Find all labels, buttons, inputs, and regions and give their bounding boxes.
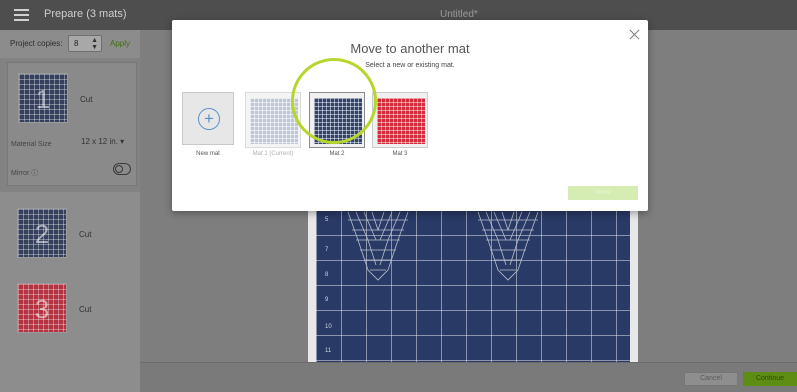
mat-action-label: Cut [79,305,92,314]
mat-card-1[interactable]: 1 Cut Material Size 12 x 12 in. ▾ Mirror… [7,62,137,186]
mat-thumbnail[interactable]: 1 [18,73,68,123]
material-size-value: 12 x 12 in. [81,137,118,146]
project-copies-value: 8 [74,39,79,48]
ruler-mark: 9 [325,297,329,303]
basketball-net-design-left[interactable] [346,210,410,282]
dialog-subtitle: Select a new or existing mat. [365,62,455,69]
mat-action-label: Cut [80,95,93,104]
dialog-title: Move to another mat [350,41,470,56]
ruler-mark: 8 [325,272,329,278]
page-title: Prepare (3 mats) [44,8,127,20]
move-button[interactable]: Move [568,186,638,200]
toggle-knob-icon [115,164,123,173]
apply-button[interactable]: Apply [110,39,130,48]
close-icon[interactable] [628,28,642,42]
mat-tile[interactable] [372,92,428,148]
mat-thumbnail[interactable]: 2 [17,208,67,258]
ruler-mark: 11 [325,348,332,354]
new-mat-tile[interactable]: + [182,92,234,145]
mat-number: 1 [35,84,51,114]
bottom-action-bar: Cancel Continue [140,362,797,392]
mat-number: 2 [34,219,50,249]
mat-preview: 5 7 8 9 10 11 [308,210,638,362]
project-copies-stepper[interactable]: 8 ▲ ▼ [68,35,102,52]
mat-thumbnail[interactable]: 3 [17,283,67,333]
option-label: New mat [196,151,220,157]
material-size-select[interactable]: 12 x 12 in. ▾ [81,137,124,146]
option-label: Mat 2 [329,151,345,157]
ruler-mark: 5 [325,217,329,223]
mat-card-2[interactable]: 2 Cut [7,200,137,278]
chevron-down-icon: ▾ [120,137,125,146]
hamburger-menu-icon[interactable] [14,9,29,21]
ruler-mark: 10 [325,324,332,330]
mat-preview-grid: 5 7 8 9 10 11 [316,210,630,362]
mirror-label: Mirror ⓘ [11,170,39,177]
ruler-mark: 7 [325,247,329,253]
cancel-button[interactable]: Cancel [684,372,738,386]
mat-number: 3 [34,294,50,324]
plus-icon: + [198,108,220,130]
option-label: Mat 3 [392,151,408,157]
stepper-arrows-icon[interactable]: ▲ ▼ [91,37,98,51]
mirror-toggle[interactable] [113,163,131,175]
continue-button[interactable]: Continue [743,372,797,386]
document-title: Untitled* [440,9,478,20]
material-size-label: Material Size [11,141,52,148]
selection-highlight-ring [291,58,377,144]
project-copies-label: Project copies: [10,39,63,48]
move-to-mat-dialog: Move to another mat Select a new or exis… [172,20,648,211]
mats-sidebar: Project copies: 8 ▲ ▼ Apply 1 Cut Materia… [0,30,140,392]
project-copies-row: Project copies: 8 ▲ ▼ Apply [0,30,140,58]
app-window: Prepare (3 mats) Untitled* Project copie… [0,0,797,392]
mat-action-label: Cut [79,230,92,239]
basketball-net-design-right[interactable] [476,210,540,282]
other-mats-list: 2 Cut 3 Cut [0,192,140,392]
mat-card-3[interactable]: 3 Cut [7,278,137,356]
mat-grid [377,98,425,144]
option-label: Mat 1 (Current) [252,151,294,157]
